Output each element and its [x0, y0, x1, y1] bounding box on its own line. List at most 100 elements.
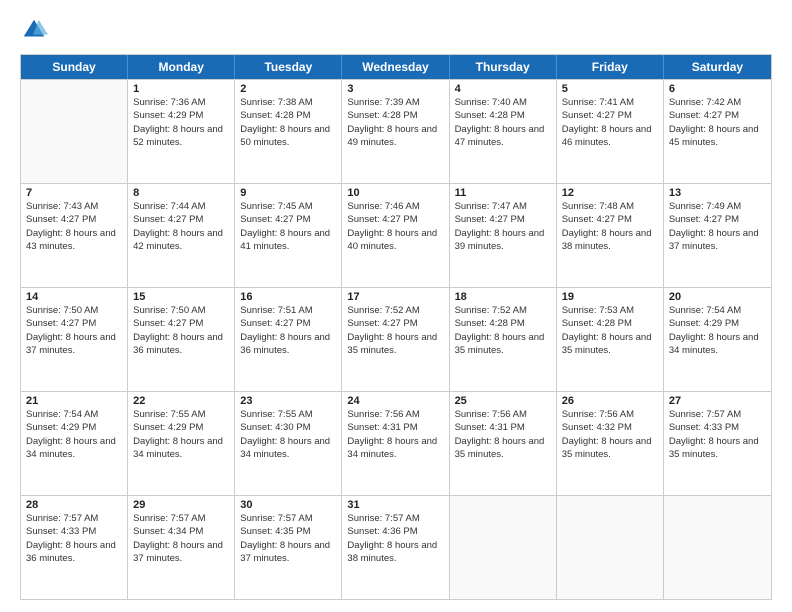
page: SundayMondayTuesdayWednesdayThursdayFrid… [0, 0, 792, 612]
day-number: 5 [562, 83, 658, 95]
sunrise-line: Sunrise: 7:57 AM [669, 408, 766, 421]
daylight-label: Daylight: 8 hours and [562, 331, 658, 344]
calendar-cell: 18Sunrise: 7:52 AMSunset: 4:28 PMDayligh… [450, 288, 557, 391]
daylight-label: Daylight: 8 hours and [26, 331, 122, 344]
week-row-3: 14Sunrise: 7:50 AMSunset: 4:27 PMDayligh… [21, 287, 771, 391]
daylight-value: 36 minutes. [240, 344, 336, 357]
sunrise-line: Sunrise: 7:50 AM [26, 304, 122, 317]
day-number: 9 [240, 187, 336, 199]
daylight-value: 52 minutes. [133, 136, 229, 149]
daylight-value: 39 minutes. [455, 240, 551, 253]
sunrise-line: Sunrise: 7:56 AM [455, 408, 551, 421]
daylight-label: Daylight: 8 hours and [240, 539, 336, 552]
daylight-label: Daylight: 8 hours and [133, 539, 229, 552]
daylight-value: 34 minutes. [26, 448, 122, 461]
sunrise-line: Sunrise: 7:54 AM [669, 304, 766, 317]
daylight-label: Daylight: 8 hours and [347, 331, 443, 344]
sunrise-line: Sunrise: 7:44 AM [133, 200, 229, 213]
daylight-label: Daylight: 8 hours and [133, 435, 229, 448]
calendar-cell: 7Sunrise: 7:43 AMSunset: 4:27 PMDaylight… [21, 184, 128, 287]
day-number: 12 [562, 187, 658, 199]
calendar-cell: 28Sunrise: 7:57 AMSunset: 4:33 PMDayligh… [21, 496, 128, 599]
sunset-line: Sunset: 4:27 PM [562, 109, 658, 122]
day-number: 2 [240, 83, 336, 95]
sunrise-line: Sunrise: 7:57 AM [133, 512, 229, 525]
sunset-line: Sunset: 4:28 PM [455, 317, 551, 330]
calendar-cell: 20Sunrise: 7:54 AMSunset: 4:29 PMDayligh… [664, 288, 771, 391]
sunset-line: Sunset: 4:28 PM [455, 109, 551, 122]
day-number: 25 [455, 395, 551, 407]
daylight-value: 35 minutes. [455, 344, 551, 357]
day-number: 3 [347, 83, 443, 95]
sunrise-line: Sunrise: 7:55 AM [133, 408, 229, 421]
calendar-cell [664, 496, 771, 599]
logo [20, 16, 52, 44]
day-header-friday: Friday [557, 55, 664, 79]
sunrise-line: Sunrise: 7:52 AM [347, 304, 443, 317]
sunrise-line: Sunrise: 7:56 AM [562, 408, 658, 421]
calendar-cell: 26Sunrise: 7:56 AMSunset: 4:32 PMDayligh… [557, 392, 664, 495]
calendar-cell: 10Sunrise: 7:46 AMSunset: 4:27 PMDayligh… [342, 184, 449, 287]
calendar-cell: 17Sunrise: 7:52 AMSunset: 4:27 PMDayligh… [342, 288, 449, 391]
day-header-sunday: Sunday [21, 55, 128, 79]
sunset-line: Sunset: 4:28 PM [240, 109, 336, 122]
day-number: 17 [347, 291, 443, 303]
daylight-value: 35 minutes. [455, 448, 551, 461]
daylight-value: 50 minutes. [240, 136, 336, 149]
sunrise-line: Sunrise: 7:47 AM [455, 200, 551, 213]
calendar-cell: 3Sunrise: 7:39 AMSunset: 4:28 PMDaylight… [342, 80, 449, 183]
calendar-cell: 24Sunrise: 7:56 AMSunset: 4:31 PMDayligh… [342, 392, 449, 495]
daylight-label: Daylight: 8 hours and [669, 435, 766, 448]
sunset-line: Sunset: 4:29 PM [133, 421, 229, 434]
sunset-line: Sunset: 4:27 PM [669, 109, 766, 122]
sunrise-line: Sunrise: 7:54 AM [26, 408, 122, 421]
calendar-cell: 5Sunrise: 7:41 AMSunset: 4:27 PMDaylight… [557, 80, 664, 183]
calendar-cell: 9Sunrise: 7:45 AMSunset: 4:27 PMDaylight… [235, 184, 342, 287]
sunset-line: Sunset: 4:28 PM [347, 109, 443, 122]
calendar-cell: 22Sunrise: 7:55 AMSunset: 4:29 PMDayligh… [128, 392, 235, 495]
daylight-value: 36 minutes. [133, 344, 229, 357]
daylight-label: Daylight: 8 hours and [455, 331, 551, 344]
daylight-value: 38 minutes. [347, 552, 443, 565]
sunset-line: Sunset: 4:33 PM [669, 421, 766, 434]
day-header-wednesday: Wednesday [342, 55, 449, 79]
day-number: 26 [562, 395, 658, 407]
daylight-label: Daylight: 8 hours and [347, 227, 443, 240]
daylight-label: Daylight: 8 hours and [562, 123, 658, 136]
sunrise-line: Sunrise: 7:50 AM [133, 304, 229, 317]
calendar-cell: 29Sunrise: 7:57 AMSunset: 4:34 PMDayligh… [128, 496, 235, 599]
sunset-line: Sunset: 4:29 PM [133, 109, 229, 122]
day-number: 21 [26, 395, 122, 407]
daylight-value: 38 minutes. [562, 240, 658, 253]
daylight-label: Daylight: 8 hours and [669, 123, 766, 136]
day-number: 18 [455, 291, 551, 303]
daylight-label: Daylight: 8 hours and [26, 539, 122, 552]
sunset-line: Sunset: 4:31 PM [455, 421, 551, 434]
calendar-cell: 2Sunrise: 7:38 AMSunset: 4:28 PMDaylight… [235, 80, 342, 183]
calendar: SundayMondayTuesdayWednesdayThursdayFrid… [20, 54, 772, 600]
daylight-label: Daylight: 8 hours and [240, 435, 336, 448]
calendar-cell: 19Sunrise: 7:53 AMSunset: 4:28 PMDayligh… [557, 288, 664, 391]
daylight-value: 37 minutes. [133, 552, 229, 565]
daylight-label: Daylight: 8 hours and [133, 331, 229, 344]
day-number: 7 [26, 187, 122, 199]
sunset-line: Sunset: 4:28 PM [562, 317, 658, 330]
calendar-cell: 23Sunrise: 7:55 AMSunset: 4:30 PMDayligh… [235, 392, 342, 495]
daylight-label: Daylight: 8 hours and [455, 227, 551, 240]
day-number: 28 [26, 499, 122, 511]
daylight-value: 37 minutes. [669, 240, 766, 253]
day-number: 15 [133, 291, 229, 303]
header [20, 16, 772, 44]
daylight-value: 43 minutes. [26, 240, 122, 253]
daylight-value: 37 minutes. [240, 552, 336, 565]
day-header-monday: Monday [128, 55, 235, 79]
sunset-line: Sunset: 4:27 PM [240, 317, 336, 330]
day-number: 13 [669, 187, 766, 199]
calendar-cell: 8Sunrise: 7:44 AMSunset: 4:27 PMDaylight… [128, 184, 235, 287]
calendar-cell: 16Sunrise: 7:51 AMSunset: 4:27 PMDayligh… [235, 288, 342, 391]
day-number: 23 [240, 395, 336, 407]
day-number: 1 [133, 83, 229, 95]
calendar-cell: 12Sunrise: 7:48 AMSunset: 4:27 PMDayligh… [557, 184, 664, 287]
day-number: 10 [347, 187, 443, 199]
daylight-label: Daylight: 8 hours and [455, 123, 551, 136]
